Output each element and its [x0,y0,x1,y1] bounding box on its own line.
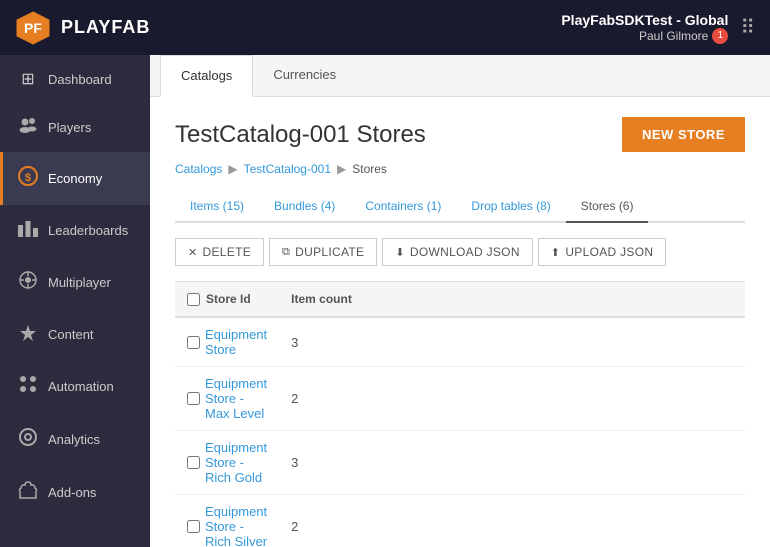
sidebar-item-content[interactable]: Content [0,309,150,360]
delete-button[interactable]: ✕ DELETE [175,238,264,266]
svg-text:$: $ [25,172,31,184]
row-checkbox[interactable] [187,520,200,533]
economy-icon: $ [18,166,38,191]
page-title: TestCatalog-001 Stores [175,121,426,149]
sidebar-label-content: Content [48,327,94,342]
tab-currencies[interactable]: Currencies [253,55,356,97]
sidebar-label-automation: Automation [48,379,114,394]
table-row: Equipment Store - Rich Silver 2 [175,495,745,547]
top-tabs: Catalogs Currencies [150,55,770,97]
content-area: Catalogs Currencies TestCatalog-001 Stor… [150,55,770,547]
page-content: TestCatalog-001 Stores NEW STORE Catalog… [150,97,770,547]
subtab-bundles[interactable]: Bundles (4) [259,191,350,223]
item-count-cell: 2 [279,495,745,547]
toolbar: ✕ DELETE ⧉ DUPLICATE ⬇ DOWNLOAD JSON ⬆ U… [175,238,745,266]
sidebar-label-analytics: Analytics [48,432,100,447]
row-checkbox[interactable] [187,336,200,349]
stores-table: Store Id Item count Equipment Store 3 Eq… [175,281,745,547]
automation-icon [18,374,38,399]
row-checkbox[interactable] [187,392,200,405]
item-count-cell: 3 [279,431,745,495]
subtab-containers[interactable]: Containers (1) [350,191,456,223]
sidebar-item-multiplayer[interactable]: Multiplayer [0,256,150,309]
store-link[interactable]: Equipment Store - Max Level [205,376,267,421]
duplicate-button[interactable]: ⧉ DUPLICATE [269,238,377,266]
main-layout: ⊞ Dashboard Players $ Economy Leaderboar… [0,55,770,547]
grid-menu-icon[interactable]: ⠿ [740,15,755,40]
user-name-area: Paul Gilmore 1 [561,28,728,44]
sidebar-label-players: Players [48,120,91,135]
breadcrumb-sep-2: ▶ [337,162,346,176]
download-json-button[interactable]: ⬇ DOWNLOAD JSON [382,238,532,266]
app-header: PF PLAYFAB PlayFabSDKTest - Global Paul … [0,0,770,55]
breadcrumb: Catalogs ▶ TestCatalog-001 ▶ Stores [175,162,745,176]
store-id-cell: Equipment Store [175,317,279,367]
table-row: Equipment Store - Max Level 2 [175,367,745,431]
download-icon: ⬇ [395,246,405,259]
store-link[interactable]: Equipment Store - Rich Silver [205,504,267,547]
tab-catalogs[interactable]: Catalogs [160,55,253,97]
sidebar-label-economy: Economy [48,171,102,186]
playfab-logo-icon: PF [15,10,51,46]
breadcrumb-stores: Stores [352,162,387,176]
breadcrumb-catalogs[interactable]: Catalogs [175,162,222,176]
item-count-cell: 2 [279,367,745,431]
page-header: TestCatalog-001 Stores NEW STORE [175,117,745,152]
table-row: Equipment Store 3 [175,317,745,367]
th-checkbox: Store Id [175,282,279,318]
leaderboards-icon [18,219,38,242]
notification-badge[interactable]: 1 [712,28,728,44]
upload-json-button[interactable]: ⬆ UPLOAD JSON [538,238,667,266]
th-item-count: Item count [279,282,745,318]
duplicate-icon: ⧉ [282,246,290,259]
sidebar: ⊞ Dashboard Players $ Economy Leaderboar… [0,55,150,547]
sidebar-item-automation[interactable]: Automation [0,360,150,413]
th-store-id-label: Store Id [206,292,251,306]
user-info: PlayFabSDKTest - Global Paul Gilmore 1 [561,12,728,44]
table-row: Equipment Store - Rich Gold 3 [175,431,745,495]
breadcrumb-sep-1: ▶ [228,162,237,176]
sidebar-item-players[interactable]: Players [0,103,150,152]
sidebar-item-leaderboards[interactable]: Leaderboards [0,205,150,256]
subtab-drop-tables[interactable]: Drop tables (8) [456,191,565,223]
subtab-items[interactable]: Items (15) [175,191,259,223]
logo-text: PLAYFAB [61,17,150,38]
content-icon [18,323,38,346]
store-id-cell: Equipment Store - Rich Gold [175,431,279,495]
addons-icon [18,480,38,505]
logo: PF PLAYFAB [15,10,150,46]
item-count-cell: 3 [279,317,745,367]
select-all-checkbox[interactable] [187,293,200,306]
sidebar-item-analytics[interactable]: Analytics [0,413,150,466]
svg-text:PF: PF [24,20,42,36]
analytics-icon [18,427,38,452]
sidebar-item-economy[interactable]: $ Economy [0,152,150,205]
subtab-stores[interactable]: Stores (6) [566,191,649,223]
sidebar-label-dashboard: Dashboard [48,72,112,87]
store-link[interactable]: Equipment Store - Rich Gold [205,440,267,485]
row-checkbox[interactable] [187,456,200,469]
sidebar-label-multiplayer: Multiplayer [48,275,111,290]
new-store-button[interactable]: NEW STORE [622,117,745,152]
store-id-cell: Equipment Store - Max Level [175,367,279,431]
sidebar-item-dashboard[interactable]: ⊞ Dashboard [0,55,150,103]
store-link[interactable]: Equipment Store [205,327,267,357]
upload-icon: ⬆ [551,246,561,259]
sidebar-label-leaderboards: Leaderboards [48,223,128,238]
dashboard-icon: ⊞ [18,69,38,89]
delete-icon: ✕ [188,246,198,259]
sidebar-item-addons[interactable]: Add-ons [0,466,150,519]
user-name: Paul Gilmore [639,29,708,43]
breadcrumb-testcatalog[interactable]: TestCatalog-001 [244,162,331,176]
multiplayer-icon [18,270,38,295]
sub-tabs: Items (15) Bundles (4) Containers (1) Dr… [175,191,745,223]
workspace-title: PlayFabSDKTest - Global [561,12,728,28]
store-id-cell: Equipment Store - Rich Silver [175,495,279,547]
header-right: PlayFabSDKTest - Global Paul Gilmore 1 ⠿ [561,12,755,44]
players-icon [18,117,38,138]
sidebar-label-addons: Add-ons [48,485,96,500]
